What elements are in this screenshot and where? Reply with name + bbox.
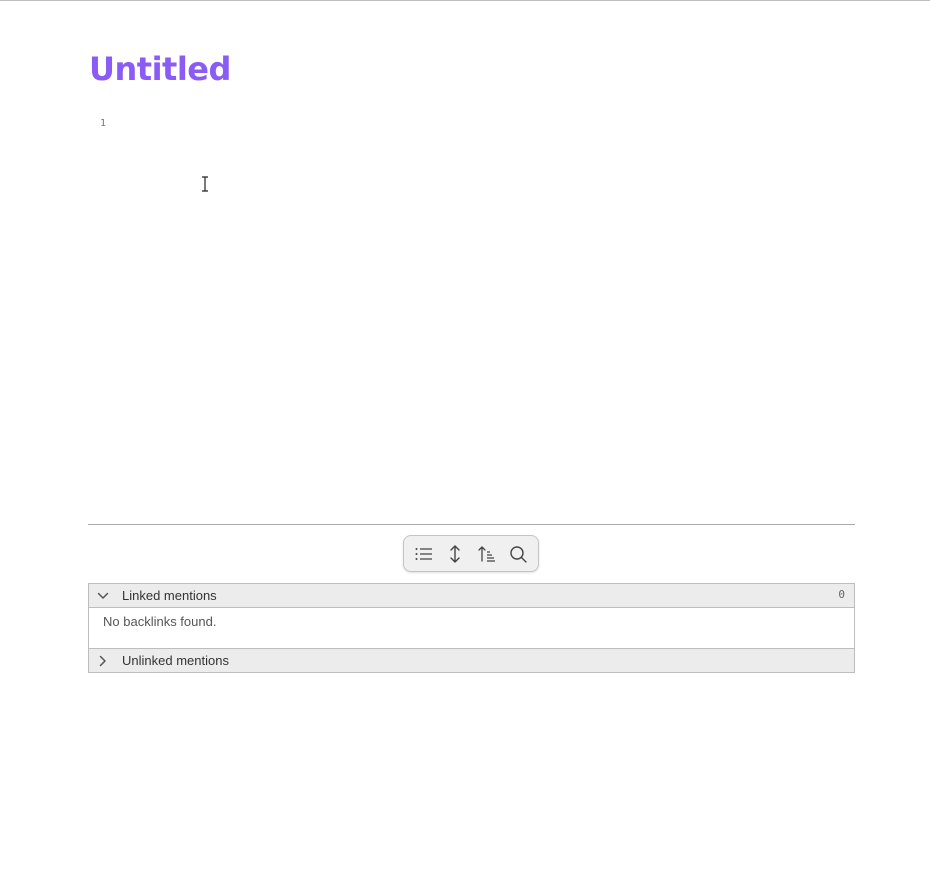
sort-icon	[478, 545, 495, 562]
backlinks-panel: Linked mentions 0 No backlinks found. Un…	[88, 583, 855, 673]
linked-mentions-body: No backlinks found.	[89, 607, 854, 649]
linked-mentions-label: Linked mentions	[122, 588, 217, 603]
search-icon	[510, 545, 527, 563]
chevron-right-icon	[96, 654, 110, 668]
note-page: Untitled 1 Linked mentions 0 No backlink…	[0, 0, 930, 893]
search-button[interactable]	[505, 541, 531, 567]
text-cursor-icon	[202, 176, 208, 192]
backlinks-toolbar	[403, 535, 539, 572]
linked-mentions-count: 0	[838, 588, 845, 601]
line-number: 1	[100, 118, 107, 129]
unlinked-mentions-label: Unlinked mentions	[122, 653, 229, 668]
linked-mentions-header[interactable]: Linked mentions 0	[89, 584, 854, 607]
expand-icon	[450, 544, 460, 563]
chevron-down-icon	[96, 589, 110, 603]
unlinked-mentions-header[interactable]: Unlinked mentions	[89, 649, 854, 672]
empty-backlinks-message: No backlinks found.	[103, 614, 217, 629]
list-view-button[interactable]	[411, 541, 437, 567]
editor-area[interactable]: 1	[88, 113, 855, 513]
divider	[88, 524, 855, 525]
expand-button[interactable]	[442, 541, 468, 567]
page-title[interactable]: Untitled	[89, 49, 231, 89]
sort-button[interactable]	[474, 541, 500, 567]
list-icon	[415, 547, 432, 560]
